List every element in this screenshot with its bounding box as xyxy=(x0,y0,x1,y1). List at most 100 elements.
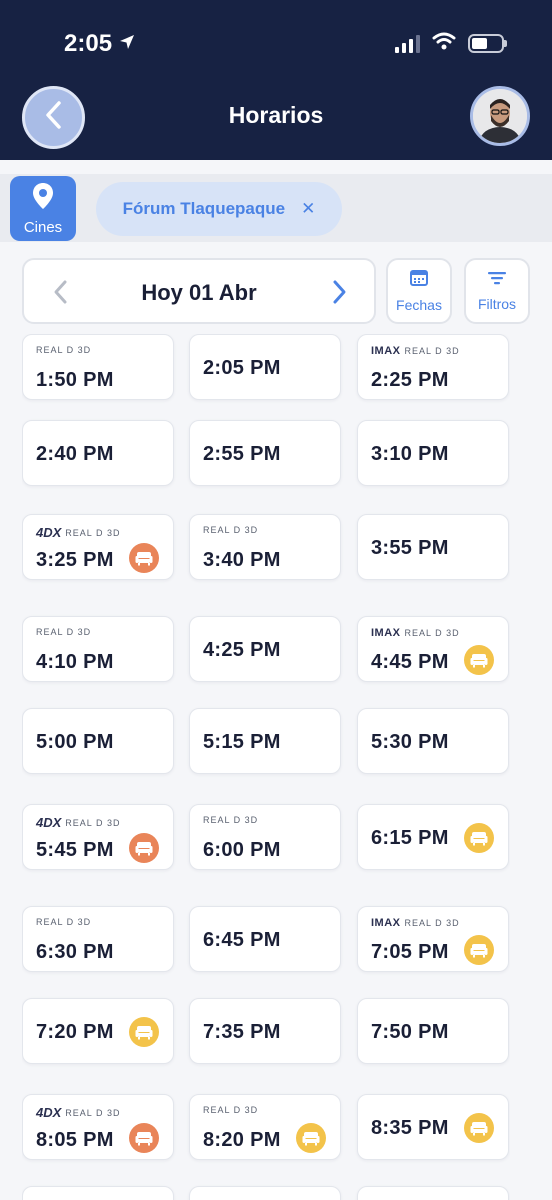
showtime-time: 8:05 PM xyxy=(36,1129,114,1151)
showtime-time: 8:35 PM xyxy=(371,1117,449,1139)
showtime-time: 1:50 PM xyxy=(36,369,114,391)
showtime-time: 3:55 PM xyxy=(371,537,449,559)
showtime-card-partial[interactable] xyxy=(357,1186,509,1200)
showtime-card[interactable]: 7:20 PM xyxy=(22,998,174,1064)
filters-label: Filtros xyxy=(477,295,517,312)
showtime-time: 7:50 PM xyxy=(371,1021,449,1043)
showtime-card-partial[interactable] xyxy=(189,1186,341,1200)
showtime-card[interactable]: REAL D 3D 4:10 PM xyxy=(22,616,174,682)
format-badges: REAL D 3D xyxy=(203,815,258,825)
showtime-card[interactable]: 7:35 PM xyxy=(189,998,341,1064)
seat-availability-icon xyxy=(464,645,494,675)
realD-3d-badge: REAL D 3D xyxy=(65,527,121,538)
showtime-card[interactable]: 2:55 PM xyxy=(189,420,341,486)
showtime-card[interactable]: 3:10 PM xyxy=(357,420,509,486)
showtime-card[interactable]: IMAX REAL D 3D 7:05 PM xyxy=(357,906,509,972)
seat-availability-icon xyxy=(464,935,494,965)
showtime-card[interactable]: REAL D 3D 1:50 PM xyxy=(22,334,174,400)
showtime-time: 2:40 PM xyxy=(36,443,114,465)
cinema-name: Fórum Tlaquepaque xyxy=(122,199,286,218)
showtime-card[interactable]: REAL D 3D 8:20 PM xyxy=(189,1094,341,1160)
showtime-card[interactable]: REAL D 3D 6:00 PM xyxy=(189,804,341,870)
format-badges: REAL D 3D xyxy=(36,917,91,927)
calendar-icon xyxy=(410,269,428,289)
realD-3d-badge: REAL D 3D xyxy=(65,1107,121,1118)
showtime-time: 5:45 PM xyxy=(36,839,114,861)
seat-availability-icon xyxy=(129,833,159,863)
seat-availability-icon xyxy=(129,1123,159,1153)
realD-3d-badge: REAL D 3D xyxy=(404,346,460,356)
showtime-time: 7:05 PM xyxy=(371,941,449,963)
filters-button[interactable]: Filtros xyxy=(464,258,530,324)
showtime-time: 5:15 PM xyxy=(203,731,281,753)
cines-button[interactable]: Cines xyxy=(10,176,76,241)
showtime-time: 3:25 PM xyxy=(36,549,114,571)
status-indicators xyxy=(395,32,507,55)
showtime-time: 5:30 PM xyxy=(371,731,449,753)
format-badges: 4DX REAL D 3D xyxy=(36,1105,120,1120)
cellular-signal-icon xyxy=(395,34,420,53)
showtime-time: 3:10 PM xyxy=(371,443,449,465)
showtime-card[interactable]: 5:00 PM xyxy=(22,708,174,774)
showtime-card[interactable]: 5:30 PM xyxy=(357,708,509,774)
showtime-card[interactable]: 4DX REAL D 3D 8:05 PM xyxy=(22,1094,174,1160)
imax-badge: IMAX xyxy=(371,627,401,639)
showtime-time: 2:05 PM xyxy=(203,357,281,379)
showtimes-grid: REAL D 3D 1:50 PM 2:05 PM IMAX REAL D 3D 2:25… xyxy=(22,334,510,1200)
showtime-card[interactable]: 5:15 PM xyxy=(189,708,341,774)
seat-availability-icon xyxy=(296,1123,326,1153)
showtime-card[interactable]: 4:25 PM xyxy=(189,616,341,682)
app-header: 2:05 Horarios xyxy=(0,0,552,160)
format-badges: REAL D 3D xyxy=(36,627,91,637)
wifi-icon xyxy=(432,32,456,55)
dates-button[interactable]: Fechas xyxy=(386,258,452,324)
dates-label: Fechas xyxy=(396,296,442,313)
format-badges: 4DX REAL D 3D xyxy=(36,815,120,830)
showtime-card-partial[interactable] xyxy=(22,1186,174,1200)
date-selector: Hoy 01 Abr xyxy=(22,258,376,324)
showtime-time: 6:00 PM xyxy=(203,839,281,861)
showtime-card[interactable]: 6:15 PM xyxy=(357,804,509,870)
realD-3d-badge: REAL D 3D xyxy=(203,815,259,825)
remove-cinema-icon[interactable]: ✕ xyxy=(301,199,315,219)
seat-availability-icon xyxy=(129,543,159,573)
showtime-time: 5:00 PM xyxy=(36,731,114,753)
showtime-card[interactable]: 2:05 PM xyxy=(189,334,341,400)
showtime-card[interactable]: 7:50 PM xyxy=(357,998,509,1064)
realD-3d-badge: REAL D 3D xyxy=(404,628,460,638)
format-badges: IMAX REAL D 3D xyxy=(371,627,460,639)
showtime-card[interactable]: 2:40 PM xyxy=(22,420,174,486)
realD-3d-badge: REAL D 3D xyxy=(203,525,259,535)
showtime-card[interactable]: REAL D 3D 6:30 PM xyxy=(22,906,174,972)
filter-lines-icon xyxy=(487,271,507,288)
showtime-card[interactable]: 8:35 PM xyxy=(357,1094,509,1160)
showtime-card[interactable]: 4DX REAL D 3D 3:25 PM xyxy=(22,514,174,580)
showtime-card[interactable]: IMAX REAL D 3D 2:25 PM xyxy=(357,334,509,400)
status-bar-time: 2:05 xyxy=(64,30,136,58)
showtime-time: 6:15 PM xyxy=(371,827,449,849)
showtime-card[interactable]: IMAX REAL D 3D 4:45 PM xyxy=(357,616,509,682)
format-badges: REAL D 3D xyxy=(203,525,258,535)
4dx-badge: 4DX xyxy=(36,815,62,830)
location-arrow-icon xyxy=(118,30,136,58)
chevron-right-icon[interactable] xyxy=(332,278,348,311)
user-avatar[interactable] xyxy=(470,86,530,146)
imax-badge: IMAX xyxy=(371,345,401,357)
showtime-card[interactable]: REAL D 3D 3:40 PM xyxy=(189,514,341,580)
format-badges: IMAX REAL D 3D xyxy=(371,917,460,929)
showtime-time: 4:10 PM xyxy=(36,651,114,673)
realD-3d-badge: REAL D 3D xyxy=(404,918,460,928)
showtime-card[interactable]: 4DX REAL D 3D 5:45 PM xyxy=(22,804,174,870)
seat-availability-icon xyxy=(464,1113,494,1143)
realD-3d-badge: REAL D 3D xyxy=(36,917,92,927)
showtime-time: 7:35 PM xyxy=(203,1021,281,1043)
showtime-time: 4:25 PM xyxy=(203,639,281,661)
showtime-time: 3:40 PM xyxy=(203,549,281,571)
showtime-card[interactable]: 3:55 PM xyxy=(357,514,509,580)
showtime-card[interactable]: 6:45 PM xyxy=(189,906,341,972)
selected-cinema-chip[interactable]: Fórum Tlaquepaque ✕ xyxy=(96,182,342,236)
showtime-time: 2:25 PM xyxy=(371,369,449,391)
cines-label: Cines xyxy=(23,218,63,236)
format-badges: 4DX REAL D 3D xyxy=(36,525,120,540)
current-date-label: Hoy 01 Abr xyxy=(141,280,257,305)
